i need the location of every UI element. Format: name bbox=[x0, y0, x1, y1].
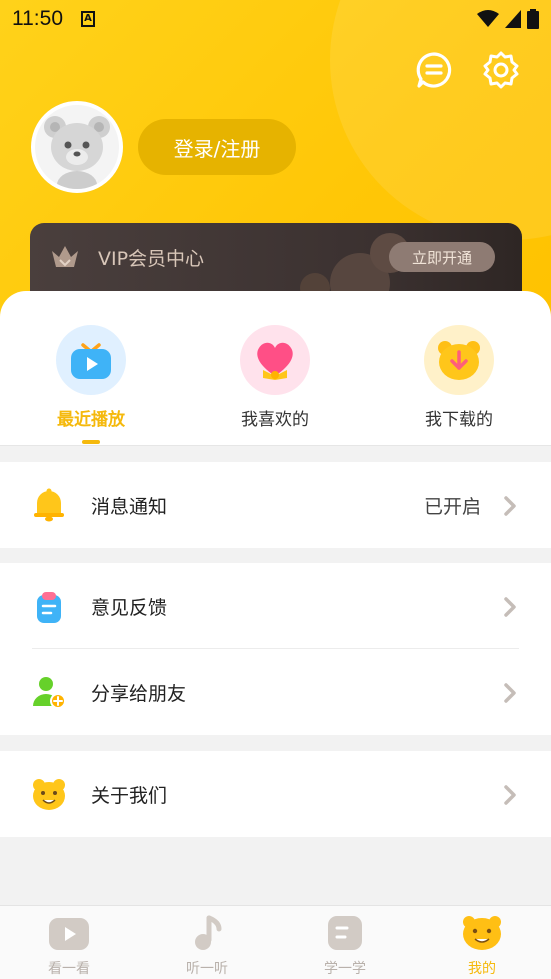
row-feedback-label: 意见反馈 bbox=[91, 596, 168, 619]
about-section: 关于我们 bbox=[0, 751, 551, 837]
bear-avatar-icon bbox=[44, 116, 110, 189]
signal-icon bbox=[505, 10, 521, 28]
bell-icon bbox=[34, 488, 64, 522]
crown-icon bbox=[52, 246, 78, 267]
tab-downloads[interactable]: 我下载的 bbox=[399, 325, 519, 430]
vip-activate-button[interactable]: 立即开通 bbox=[389, 242, 495, 272]
chevron-right-icon bbox=[504, 597, 516, 617]
row-share-label: 分享给朋友 bbox=[91, 682, 187, 705]
row-share[interactable]: 分享给朋友 bbox=[0, 649, 551, 735]
book-icon bbox=[328, 916, 362, 950]
tab-listen[interactable]: 听一听 bbox=[138, 914, 276, 978]
avatar[interactable] bbox=[31, 101, 123, 193]
tab-favorites[interactable]: 我喜欢的 bbox=[215, 325, 335, 430]
tab-favorites-label: 我喜欢的 bbox=[241, 410, 309, 430]
row-about[interactable]: 关于我们 bbox=[0, 751, 551, 837]
tab-watch-label: 看一看 bbox=[48, 961, 90, 977]
heart-icon bbox=[240, 325, 310, 395]
tab-listen-label: 听一听 bbox=[186, 961, 228, 977]
notifications-status: 已开启 bbox=[423, 495, 481, 518]
bear-face-icon bbox=[463, 916, 501, 950]
settings-icon[interactable] bbox=[482, 51, 520, 89]
tv-play-icon bbox=[56, 325, 126, 395]
status-bar: 11:50 A bbox=[0, 0, 551, 38]
row-notifications[interactable]: 消息通知 已开启 bbox=[0, 462, 551, 548]
tab-mine[interactable]: 我的 bbox=[413, 914, 551, 978]
notification-section: 消息通知 已开启 bbox=[0, 462, 551, 548]
active-tab-indicator bbox=[82, 440, 100, 444]
chevron-right-icon bbox=[504, 496, 516, 516]
status-icons bbox=[477, 9, 539, 29]
tab-recent-play-label: 最近播放 bbox=[57, 410, 125, 430]
bear-face-icon bbox=[33, 779, 65, 810]
row-about-label: 关于我们 bbox=[91, 784, 168, 807]
vip-title: VIP会员中心 bbox=[98, 248, 205, 270]
feedback-bag-icon bbox=[37, 592, 61, 623]
music-note-icon bbox=[195, 915, 222, 950]
a-icon: A bbox=[81, 11, 95, 27]
feedback-share-section: 意见反馈 分享给朋友 bbox=[0, 563, 551, 735]
row-feedback[interactable]: 意见反馈 bbox=[0, 563, 551, 649]
battery-icon bbox=[527, 9, 539, 29]
tab-watch[interactable]: 看一看 bbox=[0, 914, 138, 978]
wifi-icon bbox=[477, 10, 499, 27]
status-time: 11:50 bbox=[12, 7, 63, 30]
login-register-button[interactable]: 登录/注册 bbox=[138, 119, 296, 175]
chevron-right-icon bbox=[504, 785, 516, 805]
profile-header: 11:50 A 登录/注册 VIP会员中心 立即开通 bbox=[0, 0, 551, 340]
tab-learn-label: 学一学 bbox=[324, 961, 366, 977]
message-icon[interactable] bbox=[415, 51, 453, 89]
chevron-right-icon bbox=[504, 683, 516, 703]
tab-downloads-label: 我下载的 bbox=[425, 410, 493, 430]
tab-recent-play[interactable]: 最近播放 bbox=[31, 325, 151, 444]
row-notifications-label: 消息通知 bbox=[91, 495, 168, 518]
tv-icon bbox=[49, 918, 89, 950]
download-bear-icon bbox=[424, 325, 494, 395]
quick-tabs-panel: 最近播放 我喜欢的 我下载的 bbox=[0, 291, 551, 446]
bottom-tab-bar: 看一看 听一听 学一学 我的 bbox=[0, 905, 551, 979]
share-friend-icon bbox=[33, 677, 66, 709]
tab-mine-label: 我的 bbox=[468, 961, 496, 977]
tab-learn[interactable]: 学一学 bbox=[276, 914, 414, 978]
